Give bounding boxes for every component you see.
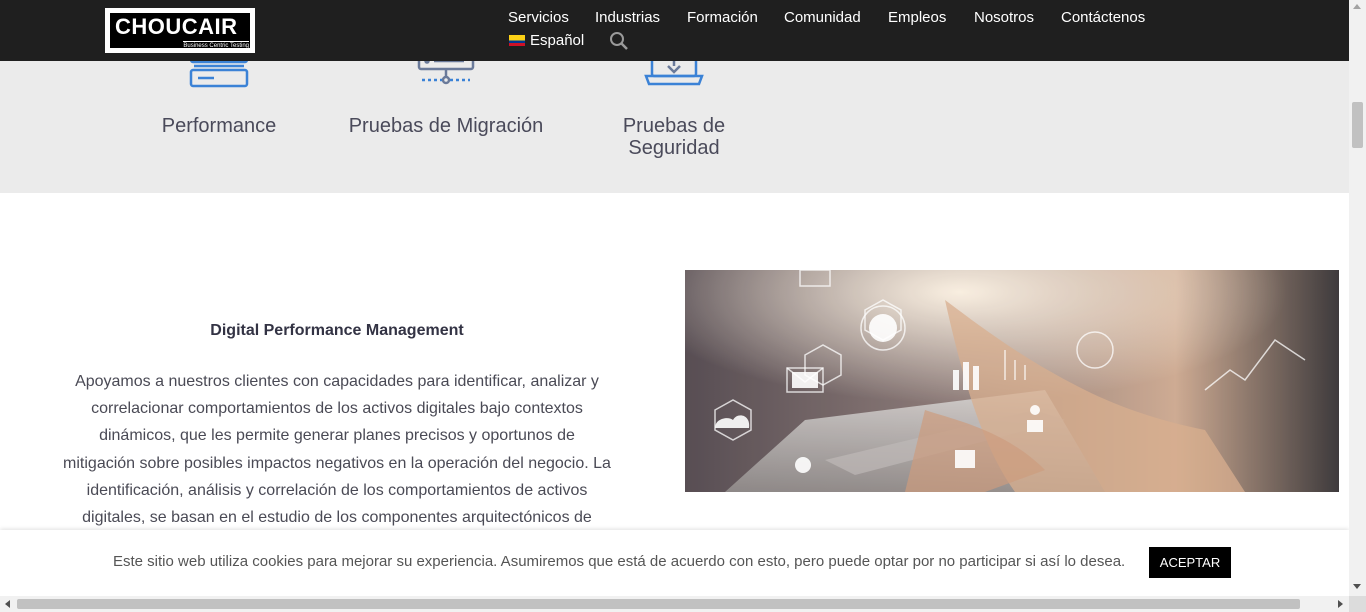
hero-image — [685, 270, 1339, 492]
body-line: dinámicos, que les permite generar plane… — [99, 427, 575, 445]
cookie-text: Este sitio web utiliza cookies para mejo… — [113, 553, 1126, 570]
service-label: Performance — [161, 115, 277, 137]
search-icon[interactable] — [609, 31, 629, 51]
nav-industrias[interactable]: Industrias — [595, 9, 660, 26]
body-line: mitigación sobre posibles impactos negat… — [63, 454, 611, 472]
body-line: Apoyamos a nuestros clientes con capacid… — [75, 373, 599, 390]
nav-formacion[interactable]: Formación — [687, 9, 758, 26]
scroll-left-arrow-icon[interactable] — [5, 600, 10, 608]
nav-contactenos[interactable]: Contáctenos — [1061, 9, 1145, 26]
scroll-up-arrow-icon[interactable] — [1353, 4, 1361, 9]
body-line: digitales, se basan en el estudio de los… — [82, 509, 592, 527]
logo-tagline: Business Centric Testing — [183, 41, 249, 49]
nav-nosotros[interactable]: Nosotros — [974, 9, 1034, 26]
horizontal-scrollbar[interactable] — [0, 596, 1349, 612]
scroll-down-arrow-icon[interactable] — [1353, 584, 1361, 589]
service-label-text: Pruebas de Seguridad — [622, 115, 726, 159]
language-selector[interactable]: Español — [509, 32, 584, 49]
logo[interactable]: CHOUCAIR Business Centric Testing — [105, 8, 255, 53]
vertical-scroll-thumb[interactable] — [1352, 102, 1363, 148]
site-header: CHOUCAIR Business Centric Testing Servic… — [0, 0, 1349, 61]
section-body: Apoyamos a nuestros clientes con capacid… — [62, 368, 612, 531]
nav-servicios[interactable]: Servicios — [508, 9, 569, 26]
accept-cookies-button[interactable]: ACEPTAR — [1149, 547, 1231, 578]
service-label: Pruebas de Seguridad — [590, 115, 758, 159]
body-line: correlacionar comportamientos de los act… — [91, 400, 583, 418]
body-line: identificación, análisis y correlación d… — [86, 481, 588, 499]
page: Performance Pruebas de Migración Pruebas… — [0, 0, 1366, 612]
colombia-flag-icon — [509, 35, 525, 46]
language-label: Español — [530, 32, 585, 49]
cookie-banner: Este sitio web utiliza cookies para mejo… — [0, 530, 1349, 596]
service-label: Pruebas de Migración — [348, 115, 544, 137]
nav-empleos[interactable]: Empleos — [888, 9, 946, 26]
section-title: Digital Performance Management — [210, 322, 464, 339]
scroll-right-arrow-icon[interactable] — [1338, 600, 1343, 608]
nav-comunidad[interactable]: Comunidad — [784, 9, 861, 26]
horizontal-scroll-thumb[interactable] — [17, 599, 1300, 609]
vertical-scrollbar[interactable] — [1349, 0, 1366, 596]
scrollbar-corner — [1349, 596, 1366, 612]
logo-text: CHOUCAIR — [115, 14, 238, 39]
